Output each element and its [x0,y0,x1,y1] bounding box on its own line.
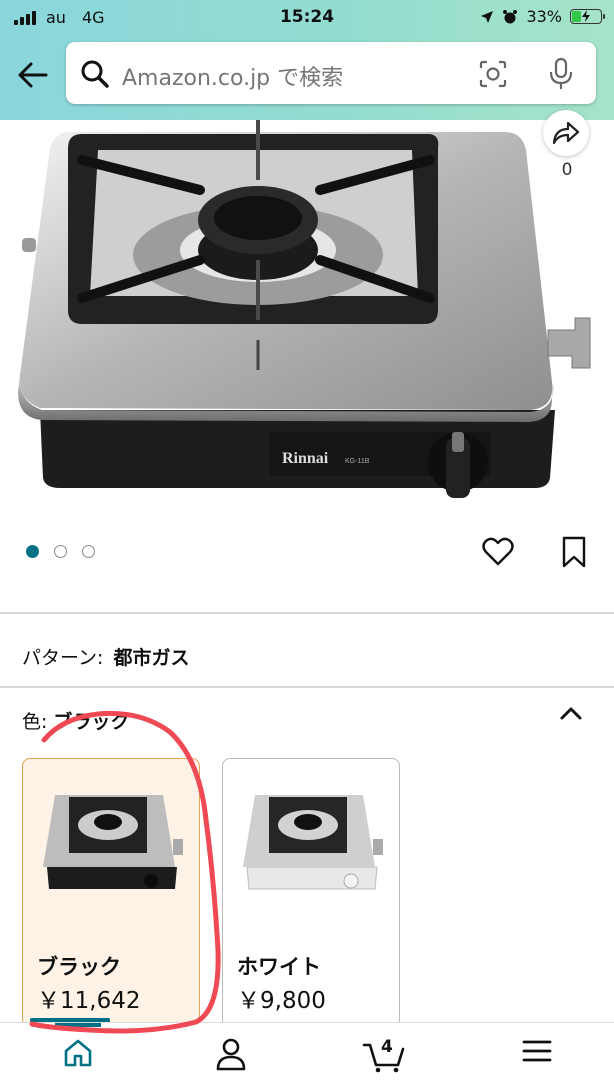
color-option-name: ブラック [37,955,121,979]
home-active-indicator [55,1023,101,1027]
battery-fill [572,11,581,22]
model-label: KG-11B [345,458,370,465]
image-dot[interactable] [26,545,39,558]
status-bar: au 4G 15:24 33% [0,0,614,34]
pattern-value: 都市ガス [113,647,190,669]
product-thumbnail [43,795,183,889]
menu-icon[interactable] [522,1037,552,1065]
bookmark-icon[interactable] [561,536,587,568]
color-option-black[interactable]: ブラック ￥11,642 [22,758,200,1028]
search-input[interactable]: Amazon.co.jp で検索 [122,60,343,92]
battery-percent: 33% [526,7,562,26]
color-option-name: ホワイト [237,955,321,979]
image-dot[interactable] [54,545,67,558]
microphone-icon[interactable] [548,57,574,91]
color-selector-header[interactable]: 色: ブラック [22,707,129,734]
share-count: 0 [561,160,573,180]
search-icon [81,60,109,88]
account-icon[interactable] [215,1037,247,1071]
brand-label: Rinnai [282,450,329,467]
image-dot[interactable] [82,545,95,558]
alarm-icon [503,9,518,23]
bottom-nav [0,1022,614,1091]
color-option-price: ￥9,800 [237,988,326,1014]
cart-count: 4 [381,1037,393,1057]
divider [0,686,614,688]
back-button[interactable] [16,58,50,92]
home-icon[interactable] [62,1037,94,1069]
color-option-white[interactable]: ホワイト ￥9,800 [222,758,400,1028]
product-image[interactable]: Rinnai KG-11B [0,120,614,520]
battery-icon [570,9,605,24]
image-pagination [26,545,95,558]
share-button[interactable] [543,110,589,156]
share-icon [552,121,580,145]
search-bar[interactable]: Amazon.co.jp で検索 [66,42,596,104]
pattern-selector[interactable]: パターン: 都市ガス [22,643,189,670]
divider [0,612,614,614]
pattern-label: パターン: [22,647,104,669]
location-arrow-icon [481,10,494,23]
header-bar: au 4G 15:24 33% Amazon.co.jp で検索 [0,0,614,120]
product-thumbnail [243,795,383,890]
chevron-up-icon[interactable] [558,703,584,723]
color-value: ブラック [53,711,130,733]
camera-search-icon[interactable] [478,59,508,89]
heart-icon[interactable] [482,537,514,567]
color-label: 色: [22,711,48,733]
arrow-left-icon [18,62,48,88]
color-option-price: ￥11,642 [37,988,141,1014]
